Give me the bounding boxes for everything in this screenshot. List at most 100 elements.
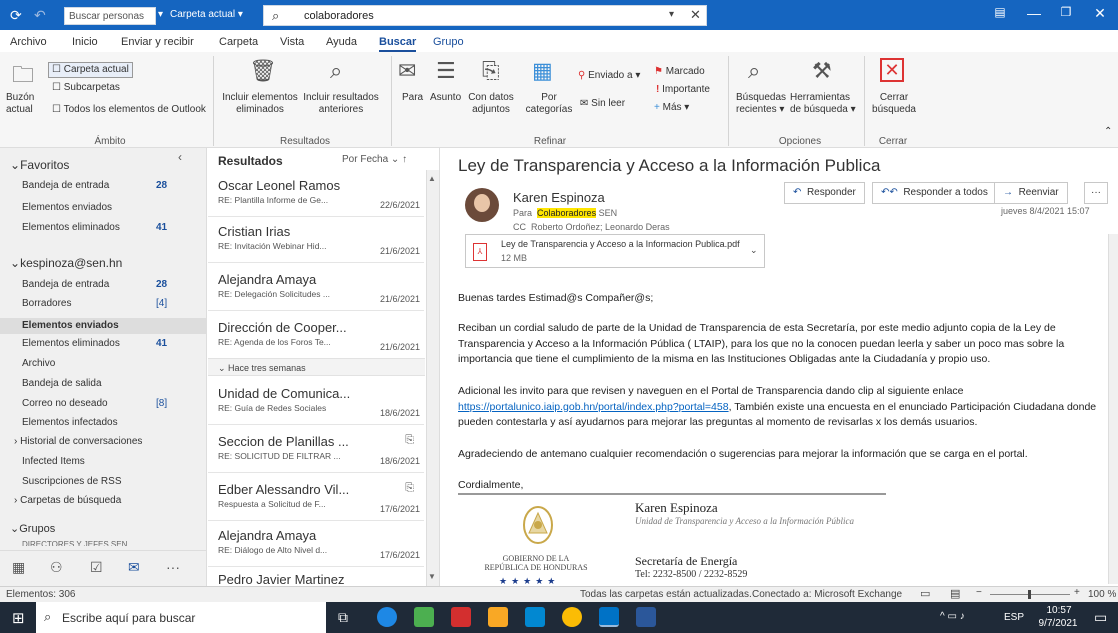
message-item[interactable]: Seccion de Planillas ... RE: SOLICITUD D…: [218, 434, 420, 466]
carpeta-actual-button[interactable]: ☐ Carpeta actual: [48, 62, 133, 78]
chrome-icon[interactable]: [562, 607, 582, 627]
minimize-icon[interactable]: —: [1024, 5, 1044, 25]
buzon-actual-button[interactable]: Buzón actual: [6, 92, 50, 116]
tab-carpeta[interactable]: Carpeta: [219, 36, 258, 48]
folder-infected-items[interactable]: Infected Items: [22, 456, 85, 467]
importante-button[interactable]: ! Importante: [656, 84, 710, 96]
edge-icon[interactable]: [377, 607, 397, 627]
incluir-anteriores-button[interactable]: Incluir resultados anteriores: [302, 92, 380, 116]
more-icon[interactable]: ···: [166, 559, 180, 575]
ribbon-display-icon[interactable]: ▤: [990, 5, 1010, 25]
file-explorer-icon[interactable]: [488, 607, 508, 627]
message-item[interactable]: Cristian Irias RE: Invitación Webinar Hi…: [218, 224, 420, 256]
message-item[interactable]: Unidad de Comunica... RE: Guía de Redes …: [218, 386, 420, 418]
message-item[interactable]: Edber Alessandro Vil... Respuesta a Soli…: [218, 482, 420, 514]
close-search-icon[interactable]: ✕: [690, 7, 701, 23]
con-datos-adjuntos-button[interactable]: Con datos adjuntos: [466, 92, 516, 116]
scope-dropdown[interactable]: Carpeta actual ▾: [170, 9, 243, 20]
undo-icon[interactable]: ↶: [34, 7, 46, 24]
folder-archivo[interactable]: Archivo: [22, 358, 55, 369]
more-actions-button[interactable]: ···: [1084, 182, 1108, 204]
reading-view-icon[interactable]: ▤: [950, 587, 960, 600]
mail-app-icon[interactable]: [525, 607, 545, 627]
chevron-down-icon[interactable]: ▾: [669, 9, 674, 20]
message-item[interactable]: Alejandra Amaya RE: Delegación Solicitud…: [218, 272, 420, 304]
calendar-icon[interactable]: ▦: [12, 559, 25, 576]
forward-button[interactable]: → Reenviar: [994, 182, 1068, 204]
reply-all-button[interactable]: ↶↶ Responder a todos: [872, 182, 997, 204]
folder-bandeja-salida[interactable]: Bandeja de salida: [22, 378, 102, 389]
folder-enviados[interactable]: Elementos enviados: [0, 318, 206, 334]
message-item[interactable]: Dirección de Cooper... RE: Agenda de los…: [218, 320, 420, 352]
zoom-in-icon[interactable]: +: [1074, 587, 1080, 598]
grupos-header[interactable]: ⌄Grupos: [10, 522, 55, 535]
clock-date[interactable]: 9/7/2021: [1036, 618, 1080, 629]
folder-correo-no-deseado[interactable]: Correo no deseado: [22, 398, 108, 409]
asunto-button[interactable]: Asunto: [430, 92, 461, 104]
word-icon[interactable]: [636, 607, 656, 627]
mas-button[interactable]: + Más ▾: [654, 102, 689, 114]
scroll-up-icon[interactable]: ▲: [428, 174, 436, 183]
folder-bandeja-entrada-fav[interactable]: Bandeja de entrada: [22, 180, 109, 191]
message-item[interactable]: Oscar Leonel Ramos RE: Plantilla Informe…: [218, 178, 420, 210]
avatar[interactable]: [465, 188, 499, 222]
todos-elementos-button[interactable]: ☐ Todos los elementos de Outlook: [52, 104, 206, 116]
folder-eliminados-fav[interactable]: Elementos eliminados: [22, 222, 120, 233]
sin-leer-button[interactable]: ✉ Sin leer: [580, 98, 625, 110]
folder-historial[interactable]: › Historial de conversaciones: [14, 436, 142, 447]
task-view-icon[interactable]: ⧉: [338, 609, 348, 626]
search-people-input[interactable]: Buscar personas: [64, 7, 156, 25]
account-header[interactable]: ⌄kespinoza@sen.hn: [10, 256, 122, 270]
incluir-eliminados-button[interactable]: Incluir elementos eliminados: [222, 92, 298, 116]
marcado-button[interactable]: ⚑ Marcado: [654, 66, 705, 78]
notifications-icon[interactable]: ▭: [1094, 609, 1107, 626]
attachment-card[interactable]: ⅄ Ley de Transparencia y Acceso a la Inf…: [465, 234, 765, 268]
taskbar-search-input[interactable]: ⌕ Escribe aquí para buscar: [36, 602, 326, 633]
people-icon[interactable]: ⚇: [50, 559, 63, 576]
portal-link[interactable]: https://portalunico.iaip.gob.hn/portal/i…: [458, 401, 729, 413]
por-categorias-button[interactable]: Por categorías: [522, 92, 576, 116]
scrollbar[interactable]: [426, 170, 439, 586]
tab-archivo[interactable]: Archivo: [10, 36, 47, 48]
folder-borradores[interactable]: Borradores: [22, 298, 71, 309]
group-header-hace-tres-semanas[interactable]: ⌄ Hace tres semanas: [208, 358, 425, 376]
tab-inicio[interactable]: Inicio: [72, 36, 98, 48]
folder-infectados[interactable]: Elementos infectados: [22, 417, 118, 428]
normal-view-icon[interactable]: ▭: [920, 587, 930, 600]
folder-rss[interactable]: Suscripciones de RSS: [22, 476, 122, 487]
para-button[interactable]: Para: [402, 92, 423, 104]
message-item[interactable]: Pedro Javier Martinez: [218, 572, 420, 586]
busquedas-recientes-button[interactable]: Búsquedas recientes ▾: [736, 92, 788, 116]
app-icon[interactable]: [414, 607, 434, 627]
tab-buscar[interactable]: Buscar: [379, 36, 417, 52]
tab-enviar-recibir[interactable]: Enviar y recibir: [121, 36, 194, 48]
tray-icons[interactable]: ^ ▭ ♪: [940, 611, 965, 622]
cc-value[interactable]: Roberto Ordoñez; Leonardo Deras: [531, 222, 670, 232]
windows-start-icon[interactable]: ⊞: [12, 609, 25, 627]
tab-vista[interactable]: Vista: [280, 36, 304, 48]
group-item[interactable]: DIRECTORES Y JEFES SEN: [22, 540, 127, 546]
dropdown-icon[interactable]: ▾: [158, 9, 163, 20]
folder-bandeja-entrada[interactable]: Bandeja de entrada: [22, 279, 109, 290]
outlook-icon[interactable]: [599, 607, 619, 627]
tab-grupo[interactable]: Grupo: [433, 36, 464, 48]
close-icon[interactable]: ✕: [1090, 5, 1110, 25]
collapse-ribbon-icon[interactable]: ⌃: [1104, 126, 1112, 138]
cerrar-busqueda-button[interactable]: Cerrar búsqueda: [872, 92, 916, 116]
sender-name[interactable]: Karen Espinoza: [513, 190, 605, 205]
enviado-a-button[interactable]: ⚲ Enviado a ▾: [578, 70, 640, 82]
sort-dropdown[interactable]: Por Fecha ⌄ ↑: [342, 154, 407, 165]
search-box[interactable]: ⌕ colaboradores ▾ ✕: [263, 5, 707, 26]
zoom-slider-thumb[interactable]: [1028, 590, 1031, 599]
mail-icon[interactable]: ✉: [128, 559, 140, 576]
reading-scrollbar[interactable]: [1108, 234, 1118, 584]
chevron-down-icon[interactable]: ⌄: [750, 245, 758, 256]
collapse-pane-icon[interactable]: ‹: [178, 150, 182, 164]
message-item[interactable]: Alejandra Amaya RE: Diálogo de Alto Nive…: [218, 528, 420, 560]
acrobat-icon[interactable]: [451, 607, 471, 627]
refresh-icon[interactable]: ⟳: [10, 7, 22, 24]
tab-ayuda[interactable]: Ayuda: [326, 36, 357, 48]
restore-icon[interactable]: ❐: [1056, 5, 1076, 25]
folder-busqueda[interactable]: › Carpetas de búsqueda: [14, 495, 121, 506]
scroll-down-icon[interactable]: ▼: [428, 572, 436, 581]
